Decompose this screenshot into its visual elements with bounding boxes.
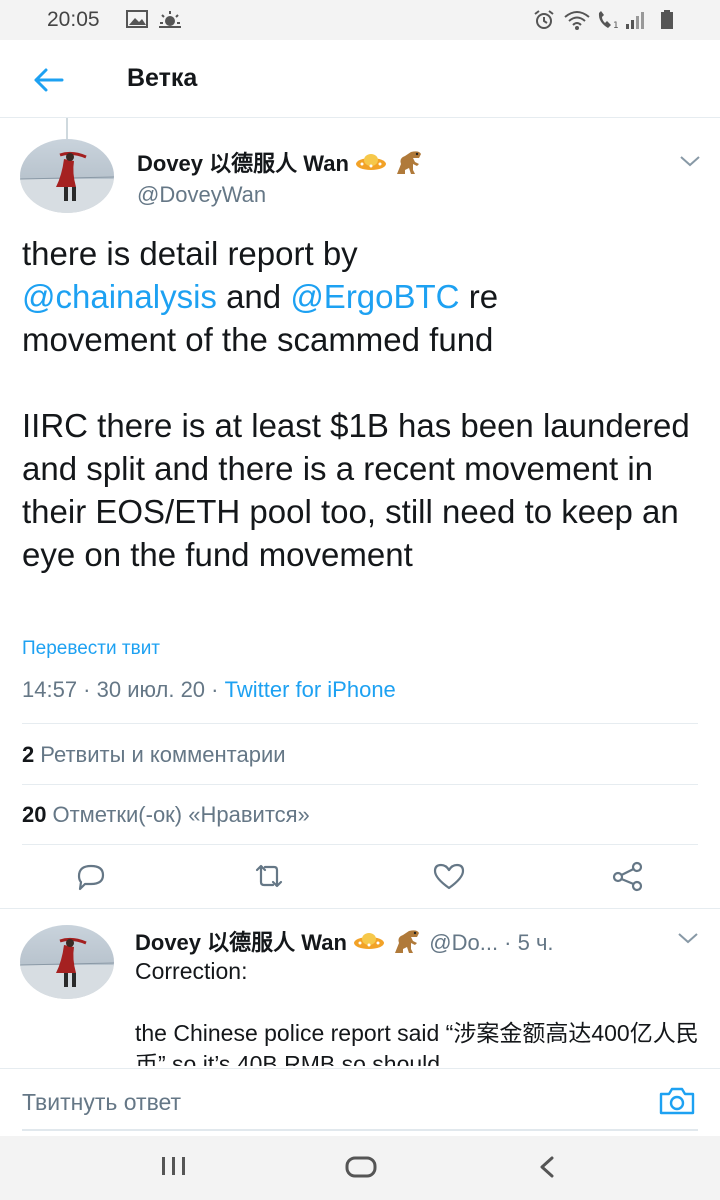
share-button[interactable] xyxy=(608,858,648,894)
back-icon xyxy=(540,1156,554,1178)
image-icon xyxy=(126,10,148,28)
page-title: Ветка xyxy=(127,64,198,92)
tweet-text-segment: and xyxy=(216,278,291,315)
avatar[interactable] xyxy=(20,139,114,213)
tweet-source-link[interactable]: Twitter for iPhone xyxy=(225,677,396,702)
like-icon xyxy=(433,863,465,890)
translate-tweet-link[interactable]: Перевести твит xyxy=(22,638,160,660)
reply-handle: @Do... xyxy=(429,930,499,955)
mention-link[interactable]: @ErgoBTC xyxy=(290,278,459,315)
mention-link[interactable]: @chainalysis xyxy=(22,278,217,315)
ufo-icon xyxy=(355,151,387,179)
retweets-count: 2 xyxy=(22,742,35,767)
tweet-date: 30 июл. 20 xyxy=(96,677,206,702)
reply-time: · 5 ч. xyxy=(498,930,554,955)
weather-icon xyxy=(158,9,182,29)
camera-icon xyxy=(659,1087,695,1115)
recents-icon xyxy=(162,1157,185,1175)
likes-stat[interactable]: 20 Отметки(-ок) «Нравится» xyxy=(22,802,310,828)
reply-button[interactable] xyxy=(71,858,111,894)
reply-text: Correction: the Chinese police report sa… xyxy=(135,956,700,1066)
likes-count: 20 xyxy=(22,802,47,827)
share-icon xyxy=(612,861,643,892)
tweet-line: movement of the scammed fund xyxy=(22,321,494,358)
likes-label: Отметки(-ок) «Нравится» xyxy=(52,802,310,827)
retweet-icon xyxy=(255,864,283,888)
author-name-text: Dovey 以德服人 Wan xyxy=(137,151,349,176)
meta-separator: · xyxy=(77,677,97,702)
retweets-stat[interactable]: 2 Ретвиты и комментарии xyxy=(22,742,286,768)
home-button[interactable] xyxy=(344,1154,378,1184)
divider xyxy=(22,844,698,845)
tweet-text-segment: re xyxy=(459,278,499,315)
recents-button[interactable] xyxy=(160,1154,188,1182)
divider xyxy=(22,723,698,724)
reply-composer: Твитнуть ответ xyxy=(0,1068,720,1136)
reply-input[interactable]: Твитнуть ответ xyxy=(22,1089,181,1116)
retweet-button[interactable] xyxy=(249,858,289,894)
arrow-left-icon xyxy=(34,68,64,92)
reply-paragraph: the Chinese police report said “涉案金额高达40… xyxy=(135,1020,699,1066)
chevron-down-icon[interactable] xyxy=(678,153,702,169)
author-handle[interactable]: @DoveyWan xyxy=(137,182,266,208)
battery-icon xyxy=(660,10,674,30)
tweet-paragraph: IIRC there is at least $1B has been laun… xyxy=(22,407,690,573)
ufo-icon xyxy=(353,930,385,958)
divider xyxy=(0,908,720,909)
chevron-down-icon[interactable] xyxy=(676,930,700,946)
tweet-line: there is detail report by xyxy=(22,235,358,272)
status-bar: 20:05 1 xyxy=(0,0,720,40)
author-name[interactable]: Dovey 以德服人 Wan xyxy=(137,146,425,182)
tweet-line: @chainalysis and @ErgoBTC re xyxy=(22,275,702,318)
divider xyxy=(22,784,698,785)
input-underline xyxy=(22,1129,698,1131)
reply-icon xyxy=(77,864,105,891)
camera-button[interactable] xyxy=(658,1085,696,1117)
app-header: Ветка xyxy=(0,40,720,118)
call-icon: 1 xyxy=(596,10,622,30)
t-rex-icon xyxy=(393,148,425,182)
like-button[interactable] xyxy=(429,858,469,894)
svg-text:1: 1 xyxy=(613,21,619,30)
back-nav-button[interactable] xyxy=(536,1154,560,1184)
home-icon xyxy=(345,1156,377,1178)
thread-line xyxy=(66,118,68,140)
reply-text-viewport: Correction: the Chinese police report sa… xyxy=(0,956,720,1066)
tweet-time: 14:57 xyxy=(22,677,78,702)
meta-separator: · xyxy=(205,677,225,702)
wifi-icon xyxy=(563,10,591,30)
tweet-text: there is detail report by @chainalysis a… xyxy=(22,232,702,576)
alarm-icon xyxy=(533,10,555,30)
reply-line: Correction: xyxy=(135,958,248,984)
back-button[interactable] xyxy=(30,62,66,98)
status-time: 20:05 xyxy=(47,8,100,31)
tweet-meta: 14:57 · 30 июл. 20 · Twitter for iPhone xyxy=(22,677,396,703)
retweets-label: Ретвиты и комментарии xyxy=(40,742,286,767)
system-nav-bar xyxy=(0,1136,720,1200)
signal-icon xyxy=(625,10,645,30)
reply-author-name: Dovey 以德服人 Wan xyxy=(135,930,347,955)
